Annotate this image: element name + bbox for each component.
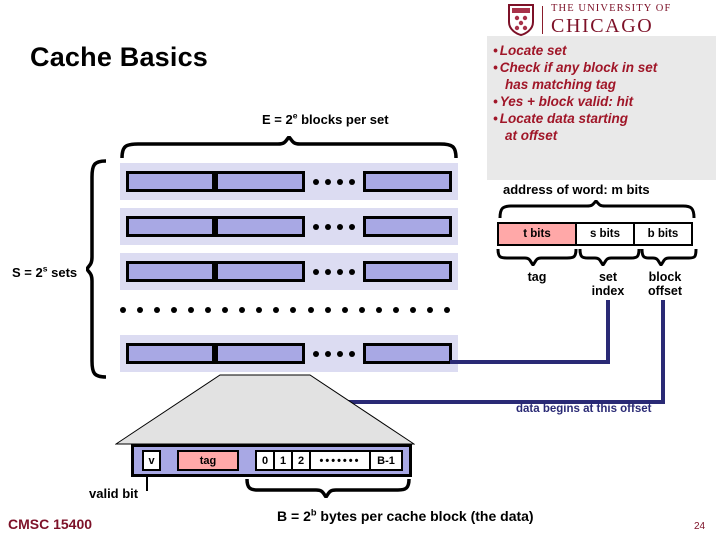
university-logo: THE UNIVERSITY OF CHICAGO (508, 2, 716, 38)
blocks-per-set-label: E = 2e blocks per set (262, 111, 389, 127)
bullet-item-continuation: at offset (493, 127, 712, 144)
e-label-prefix: E = 2 (262, 112, 293, 127)
logo-divider (542, 6, 543, 34)
valid-bit-label: valid bit (89, 486, 139, 501)
address-field-offset-bits: b bits (633, 222, 693, 246)
data-byte-cells: 0 1 2 ••••••• B-1 (255, 450, 403, 471)
footer-course-code: CMSC 15400 (8, 516, 93, 532)
bullet-item: • Locate data starting (493, 110, 712, 127)
cache-set-row (120, 163, 458, 200)
bullet-text: Locate set (499, 43, 567, 58)
cache-block (126, 343, 216, 364)
blocks-ellipsis-icon (312, 223, 355, 230)
cache-block (215, 171, 305, 192)
page-title: Cache Basics (30, 42, 209, 72)
block-size-brace (245, 478, 411, 498)
data-byte-2: 2 (291, 450, 311, 471)
address-label-tag-line1: tag (527, 270, 547, 284)
address-field-set-bits: s bits (575, 222, 635, 246)
offset-caption: data begins at this offset (516, 403, 652, 415)
cache-block-selected (215, 343, 305, 364)
cache-block (126, 171, 216, 192)
cache-set-row (120, 208, 458, 245)
sets-ellipsis-icon (120, 307, 450, 313)
data-byte-last: B-1 (369, 450, 403, 471)
data-bytes-ellipsis-icon: ••••••• (309, 450, 371, 471)
cache-block (362, 261, 452, 282)
blocks-ellipsis-icon (312, 268, 355, 275)
set-index-connector-vertical (606, 300, 610, 364)
bullet-item-continuation: has matching tag (493, 76, 712, 93)
cache-block (126, 261, 216, 282)
address-label-offset-line2: offset (647, 284, 683, 298)
s-label-prefix: S = 2 (12, 265, 43, 280)
cache-block (362, 343, 452, 364)
address-label-set-line2: index (591, 284, 625, 298)
footer-page-number: 24 (694, 521, 706, 532)
bullet-marker: • (493, 60, 498, 75)
e-label-suffix: blocks per set (297, 112, 389, 127)
address-field-braces (496, 248, 698, 266)
cache-block (215, 261, 305, 282)
bullet-text: at offset (505, 128, 558, 143)
blocks-ellipsis-icon (312, 178, 355, 185)
block-zoom-trapezoid (115, 374, 415, 445)
address-bit-fields: t bits s bits b bits (497, 222, 693, 246)
address-label-set-line1: set (598, 270, 618, 284)
blocks-ellipsis-icon (312, 350, 355, 357)
set-index-connector-horizontal (450, 360, 610, 364)
logo-line-1: THE UNIVERSITY OF (551, 3, 672, 15)
sets-count-label: S = 2s sets (12, 264, 78, 280)
block-offset-connector-vertical (661, 300, 665, 404)
address-label-tag: tag (505, 270, 569, 284)
address-field-tag-bits: t bits (497, 222, 577, 246)
logo-wordmark: THE UNIVERSITY OF CHICAGO (551, 4, 671, 36)
bullet-text: Check if any block in set (499, 60, 658, 75)
cache-set-row (120, 253, 458, 290)
b-caption-suffix: bytes per cache block (the data) (316, 508, 534, 524)
b-caption-prefix: B = 2 (277, 508, 311, 524)
slide-canvas: THE UNIVERSITY OF CHICAGO Cache Basics •… (0, 0, 720, 540)
expanded-cache-block: v tag 0 1 2 ••••••• B-1 (131, 444, 412, 477)
shield-crest-icon (508, 4, 534, 36)
data-byte-1: 1 (273, 450, 293, 471)
blocks-per-set-brace (120, 136, 458, 159)
logo-line-2: CHICAGO (551, 14, 654, 37)
cache-set-grid (120, 163, 458, 380)
address-label-set-index: set index (583, 270, 633, 298)
bullet-item: • Yes + block valid: hit (493, 93, 712, 110)
tag-cell: tag (177, 450, 239, 471)
cache-block (362, 171, 452, 192)
bullet-marker: • (493, 94, 498, 109)
address-label-block-offset: block offset (637, 270, 693, 298)
bullet-marker: • (493, 43, 498, 58)
bullet-item: • Locate set (493, 42, 712, 59)
data-byte-0: 0 (255, 450, 275, 471)
bullet-text: has matching tag (505, 77, 617, 92)
cache-block (362, 216, 452, 237)
address-label-offset-line1: block (648, 270, 682, 284)
bullet-marker: • (493, 111, 498, 126)
valid-bit-leader-line (146, 477, 148, 491)
block-size-caption: B = 2b bytes per cache block (the data) (277, 508, 534, 524)
valid-bit-cell: v (142, 450, 161, 471)
address-brace (498, 200, 696, 219)
cache-block (126, 216, 216, 237)
bullet-item: • Check if any block in set (493, 59, 712, 76)
bullet-text: Locate data starting (499, 111, 629, 126)
sets-brace (86, 159, 107, 379)
procedure-bullet-panel: • Locate set • Check if any block in set h… (487, 36, 716, 180)
address-caption: address of word: m bits (503, 182, 650, 197)
cache-block (215, 216, 305, 237)
s-label-suffix: sets (47, 265, 78, 280)
cache-set-row-last (120, 335, 458, 372)
bullet-text: Yes + block valid: hit (499, 94, 634, 109)
